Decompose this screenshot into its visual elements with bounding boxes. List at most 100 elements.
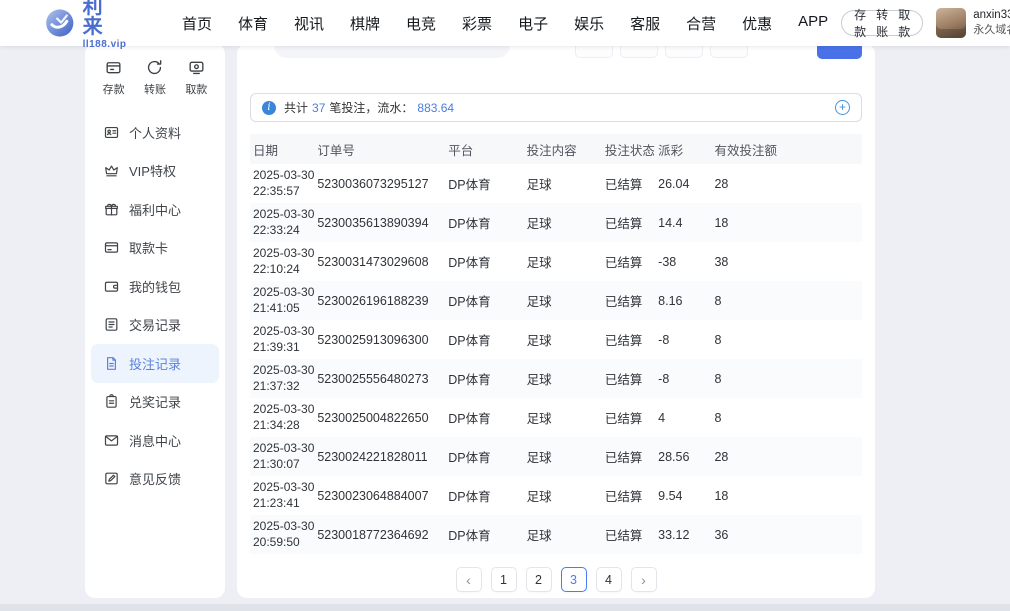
sidebar-item-label: 消息中心 — [129, 431, 181, 450]
bet-records-icon — [103, 355, 120, 372]
cell-valid-amount: 28 — [714, 450, 861, 464]
nav-item[interactable]: 电子 — [505, 13, 561, 34]
cell-platform: DP体育 — [448, 252, 526, 271]
next-page-button[interactable]: › — [631, 567, 657, 592]
cell-valid-amount: 8 — [714, 294, 861, 308]
cell-bet-content: 足球 — [527, 408, 605, 427]
page-number-button[interactable]: 2 — [526, 567, 552, 592]
sidebar-item-bet-records[interactable]: 投注记录 — [91, 344, 219, 383]
sidebar-item-label: 交易记录 — [129, 315, 181, 334]
nav-item[interactable]: 棋牌 — [337, 13, 393, 34]
bank-card-icon — [103, 239, 120, 256]
sidebar-item-redeem-records[interactable]: 兑奖记录 — [91, 383, 219, 422]
nav-item[interactable]: 视讯 — [281, 13, 337, 34]
page-number-button[interactable]: 1 — [491, 567, 517, 592]
cell-payout: -38 — [658, 255, 714, 269]
search-button[interactable] — [817, 44, 862, 59]
plus-circle-icon[interactable]: + — [835, 100, 850, 115]
cell-payout: 4 — [658, 411, 714, 425]
username: anxin3399 — [973, 7, 1010, 24]
cell-payout: 14.4 — [658, 216, 714, 230]
quick-withdraw-button[interactable]: 取款 — [185, 58, 207, 97]
sidebar-item-welfare[interactable]: 福利中心 — [91, 190, 219, 229]
sidebar-item-label: VIP特权 — [129, 161, 176, 180]
cell-date: 2025-03-30 22:33:24 — [250, 207, 317, 238]
quick-transfer-button[interactable]: 转账 — [144, 58, 166, 97]
horizontal-scrollbar[interactable] — [0, 604, 1010, 611]
cell-bet-content: 足球 — [527, 369, 605, 388]
cell-date-time: 21:34:28 — [253, 418, 311, 434]
sidebar-item-feedback[interactable]: 意见反馈 — [91, 460, 219, 499]
cell-date-day: 2025-03-30 — [253, 480, 311, 496]
brand-logo[interactable]: 利来 ll188.vip — [44, 0, 129, 50]
cell-payout: -8 — [658, 333, 714, 347]
nav-item[interactable]: 合营 — [673, 13, 729, 34]
table-row: 2025-03-30 21:39:31 5230025913096300 DP体… — [250, 320, 862, 359]
user-avatar[interactable] — [936, 8, 966, 38]
date-range-input[interactable] — [274, 44, 510, 58]
cell-valid-amount: 18 — [714, 216, 861, 230]
cell-date: 2025-03-30 21:34:28 — [250, 402, 317, 433]
cell-order-number: 5230025556480273 — [317, 372, 448, 386]
filter-bar-clipped — [250, 44, 862, 60]
page-number-button[interactable]: 4 — [596, 567, 622, 592]
sidebar-item-vip[interactable]: VIP特权 — [91, 152, 219, 191]
table-row: 2025-03-30 21:34:28 5230025004822650 DP体… — [250, 398, 862, 437]
cell-date-time: 21:37:32 — [253, 379, 311, 395]
sidebar-item-withdraw-card[interactable]: 取款卡 — [91, 229, 219, 268]
cell-valid-amount: 8 — [714, 333, 861, 347]
pill-withdraw-button[interactable]: 取款 — [898, 6, 910, 40]
bet-records-table: 日期 订单号 平台 投注内容 投注状态 派彩 有效投注额 2025-03-30 … — [250, 134, 862, 554]
cell-platform: DP体育 — [448, 330, 526, 349]
prev-page-button[interactable]: ‹ — [456, 567, 482, 592]
cell-date-day: 2025-03-30 — [253, 324, 311, 340]
nav-item[interactable]: 首页 — [169, 13, 225, 34]
cell-date-time: 20:59:50 — [253, 535, 311, 551]
nav-item[interactable]: 娱乐 — [561, 13, 617, 34]
withdraw-icon — [187, 58, 206, 77]
user-account-area[interactable]: anxin3399 总资产： 1363.49元 永久域名: ll188.vip … — [936, 7, 1010, 40]
cell-date: 2025-03-30 21:30:07 — [250, 441, 317, 472]
nav-item[interactable]: 体育 — [225, 13, 281, 34]
cell-bet-status: 已结算 — [605, 174, 658, 193]
nav-item[interactable]: 彩票 — [449, 13, 505, 34]
cell-valid-amount: 8 — [714, 411, 861, 425]
sidebar-item-transactions[interactable]: 交易记录 — [91, 306, 219, 345]
cell-payout: -8 — [658, 372, 714, 386]
cell-date-time: 21:30:07 — [253, 457, 311, 473]
transactions-icon — [103, 316, 120, 333]
brand-logo-icon — [44, 6, 76, 40]
sidebar-menu: 个人资料 VIP特权 福利中心 取款卡 我的钱包 — [85, 107, 225, 498]
cell-date-day: 2025-03-30 — [253, 168, 311, 184]
quick-deposit-button[interactable]: 存款 — [103, 58, 125, 97]
nav-item[interactable]: APP — [785, 13, 841, 34]
sidebar-item-profile[interactable]: 个人资料 — [91, 113, 219, 152]
nav-item[interactable]: 优惠 — [729, 13, 785, 34]
cell-order-number: 5230023064884007 — [317, 489, 448, 503]
cell-valid-amount: 36 — [714, 528, 861, 542]
pill-transfer-button[interactable]: 转账 — [876, 6, 888, 40]
cell-valid-amount: 28 — [714, 177, 861, 191]
date-preset-button[interactable] — [620, 44, 658, 58]
sidebar-item-label: 兑奖记录 — [129, 392, 181, 411]
brand-domain: ll188.vip — [83, 39, 129, 50]
quick-action-label: 转账 — [144, 81, 166, 97]
date-preset-button[interactable] — [665, 44, 703, 58]
page-number-button[interactable]: 3 — [561, 567, 587, 592]
cell-bet-content: 足球 — [527, 291, 605, 310]
deposit-icon — [104, 58, 123, 77]
sidebar-item-message-center[interactable]: 消息中心 — [91, 421, 219, 460]
date-preset-button[interactable] — [710, 44, 748, 58]
date-preset-button[interactable] — [575, 44, 613, 58]
nav-item[interactable]: 客服 — [617, 13, 673, 34]
cell-payout: 9.54 — [658, 489, 714, 503]
cell-platform: DP体育 — [448, 213, 526, 232]
cell-bet-status: 已结算 — [605, 447, 658, 466]
column-header-date: 日期 — [250, 140, 317, 159]
pill-deposit-button[interactable]: 存款 — [854, 6, 866, 40]
cell-bet-content: 足球 — [527, 486, 605, 505]
nav-item[interactable]: 电竞 — [393, 13, 449, 34]
cell-bet-status: 已结算 — [605, 213, 658, 232]
sidebar-item-wallet[interactable]: 我的钱包 — [91, 267, 219, 306]
cell-payout: 26.04 — [658, 177, 714, 191]
